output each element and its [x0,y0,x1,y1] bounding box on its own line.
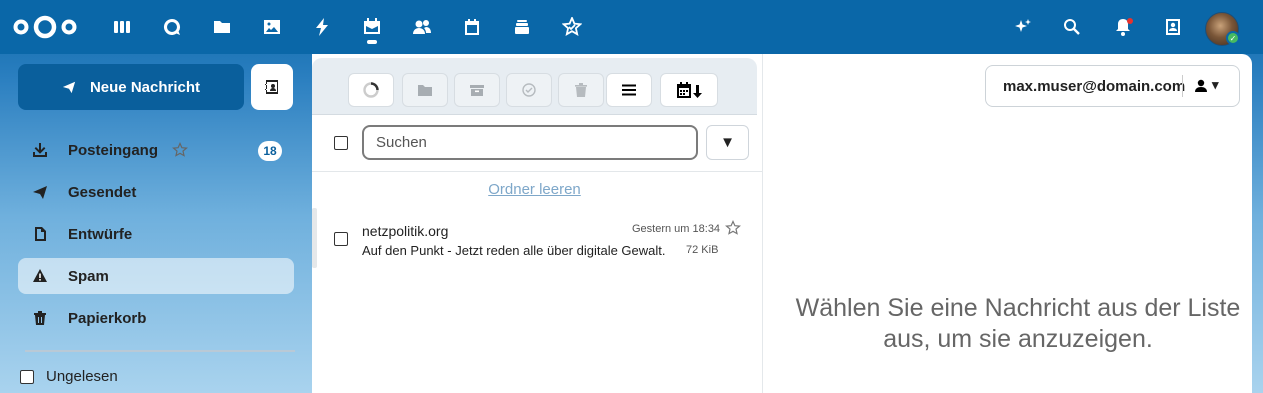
menu-icon [622,84,636,96]
mail-icon[interactable] [359,14,385,40]
draft-icon [32,226,48,242]
folder-label: Entwürfe [68,225,133,243]
calendar-sort-icon [677,82,702,98]
mark-read-button[interactable] [506,73,552,107]
folder-label: Spam [68,267,109,285]
talk-icon[interactable] [159,14,185,40]
message-reader-panel: max.muser@domain.com ▾ Wählen Sie eine N… [762,54,1252,393]
delete-button[interactable] [558,73,604,107]
search-divider [312,171,762,172]
tasks-icon[interactable] [559,14,585,40]
message-sender: netzpolitik.org [362,223,449,239]
layout-menu-button[interactable] [606,73,652,107]
notification-dot [1127,18,1133,24]
refresh-button[interactable] [348,73,394,107]
files-icon[interactable] [209,14,235,40]
send-icon [32,184,48,200]
trash-icon [32,310,48,326]
folder-label: Gesendet [68,183,137,201]
folder-sent[interactable]: Gesendet [18,174,294,210]
new-message-button[interactable]: Neue Nachricht [18,64,244,110]
folder-trash[interactable]: Papierkorb [18,300,294,336]
nextcloud-logo[interactable] [12,14,78,40]
warning-icon [32,268,48,284]
folder-inbox[interactable]: Posteingang 18 [18,132,294,168]
toolbar-divider [312,114,757,115]
send-icon [62,81,76,94]
contacts-menu-icon[interactable] [1160,14,1186,40]
message-subject: Auf den Punkt - Jetzt reden alle über di… [362,243,666,258]
favorite-star-icon[interactable] [172,142,188,158]
unread-checkbox[interactable] [20,369,34,384]
message-size: 72 KiB [686,244,719,256]
folder-spam[interactable]: Spam [18,258,294,294]
filter-dropdown-button[interactable]: ▼ [706,125,749,160]
message-list-item[interactable]: netzpolitik.org Auf den Punkt - Jetzt re… [312,206,757,272]
unread-count-badge: 18 [258,141,282,161]
search-input[interactable] [362,125,698,160]
nav-divider [25,350,295,352]
archive-button[interactable] [454,73,500,107]
message-list-panel: ▼ Ordner leeren netzpolitik.org Auf den … [312,54,762,393]
dashboard-icon[interactable] [109,14,135,40]
loading-spinner-icon [363,82,379,98]
inbox-icon [32,142,48,158]
chevron-down-icon: ▾ [1212,77,1219,92]
check-circle-icon [522,83,536,97]
new-message-label: Neue Nachricht [89,78,201,96]
address-book-button[interactable] [251,64,293,110]
select-all-checkbox[interactable] [334,136,348,150]
deck-icon[interactable] [509,14,535,40]
unread-label: Ungelesen [46,368,118,385]
search-icon[interactable] [1059,14,1085,40]
calendar-icon[interactable] [459,14,485,40]
unread-filter[interactable]: Ungelesen [20,368,118,385]
folder-drafts[interactable]: Entwürfe [18,216,294,252]
move-button[interactable] [402,73,448,107]
contacts-icon[interactable] [409,14,435,40]
active-app-indicator [367,40,377,44]
assistant-icon[interactable] [1010,14,1036,40]
message-date: Gestern um 18:34 [632,223,721,235]
message-checkbox[interactable] [334,232,348,246]
archive-icon [470,85,484,96]
empty-folder-link[interactable]: Ordner leeren [312,181,757,198]
status-online-icon: ✓ [1226,31,1240,45]
folder-label: Papierkorb [68,309,147,327]
address-book-icon [265,80,278,94]
folder-label: Posteingang [68,141,159,159]
photos-icon[interactable] [259,14,285,40]
favorite-star-icon[interactable] [725,220,741,236]
mail-navigation: Neue Nachricht Posteingang 18 Gesendet E… [8,54,306,393]
activity-icon[interactable] [309,14,335,40]
account-email: max.muser@domain.com [1003,77,1186,95]
top-bar: ✓ [0,0,1263,54]
sort-by-date-button[interactable] [660,73,718,107]
account-selector[interactable]: max.muser@domain.com ▾ [985,65,1240,107]
row-marker [312,208,317,268]
empty-reader-message: Wählen Sie eine Nachricht aus der Liste … [795,294,1241,353]
folder-icon [418,85,432,96]
account-divider [1182,75,1183,97]
user-icon [1195,79,1207,92]
list-toolbar [312,58,757,114]
trash-icon [575,83,587,97]
